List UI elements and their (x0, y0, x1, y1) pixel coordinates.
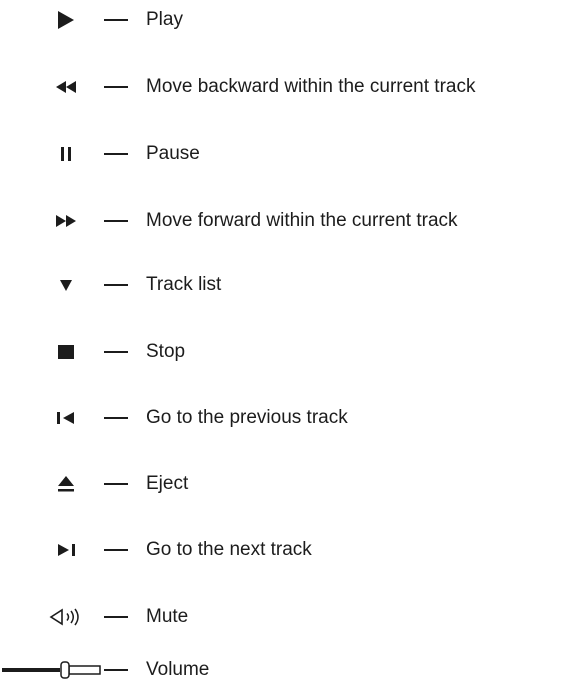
legend-label: Eject (146, 473, 189, 494)
separator-dash (104, 220, 128, 222)
legend-item-track-list: Track list (0, 265, 575, 305)
legend-label: Move forward within the current track (146, 210, 458, 231)
track-list-icon (60, 280, 72, 291)
media-controls-legend: { "legend": [ {"icon": "play-icon", "lab… (0, 0, 575, 691)
separator-dash (104, 417, 128, 419)
legend-item-rewind: Move backward within the current track (0, 67, 575, 107)
legend-item-next-track: Go to the next track (0, 530, 575, 570)
legend-item-volume: Volume (0, 650, 575, 690)
separator-dash (104, 153, 128, 155)
separator-dash (104, 284, 128, 286)
play-icon (58, 11, 74, 29)
next-track-icon (58, 544, 75, 556)
legend-label: Pause (146, 143, 200, 164)
separator-dash (104, 616, 128, 618)
legend-label: Mute (146, 606, 189, 627)
legend-item-fast-forward: Move forward within the current track (0, 201, 575, 241)
stop-icon (58, 345, 74, 359)
separator-dash (104, 86, 128, 88)
legend-item-previous-track: Go to the previous track (0, 398, 575, 438)
eject-icon (58, 476, 74, 492)
legend-label: Go to the next track (146, 539, 312, 560)
separator-dash (104, 669, 128, 671)
legend-label: Stop (146, 341, 186, 362)
legend-label: Track list (146, 274, 222, 295)
rewind-icon (56, 81, 76, 93)
legend-label: Move backward within the current track (146, 76, 476, 97)
pause-icon (61, 147, 71, 161)
separator-dash (104, 549, 128, 551)
legend-label: Volume (146, 659, 210, 680)
separator-dash (104, 483, 128, 485)
mute-icon (49, 608, 79, 626)
legend-item-pause: Pause (0, 134, 575, 174)
previous-track-icon (57, 412, 74, 424)
legend-item-eject: Eject (0, 464, 575, 504)
volume-slider-icon (2, 661, 101, 679)
fast-forward-icon (56, 215, 76, 227)
legend-item-mute: Mute (0, 597, 575, 637)
legend-label: Play (146, 9, 183, 30)
separator-dash (104, 351, 128, 353)
legend-label: Go to the previous track (146, 407, 348, 428)
separator-dash (104, 19, 128, 21)
legend-item-play: Play (0, 0, 575, 40)
legend-item-stop: Stop (0, 332, 575, 372)
